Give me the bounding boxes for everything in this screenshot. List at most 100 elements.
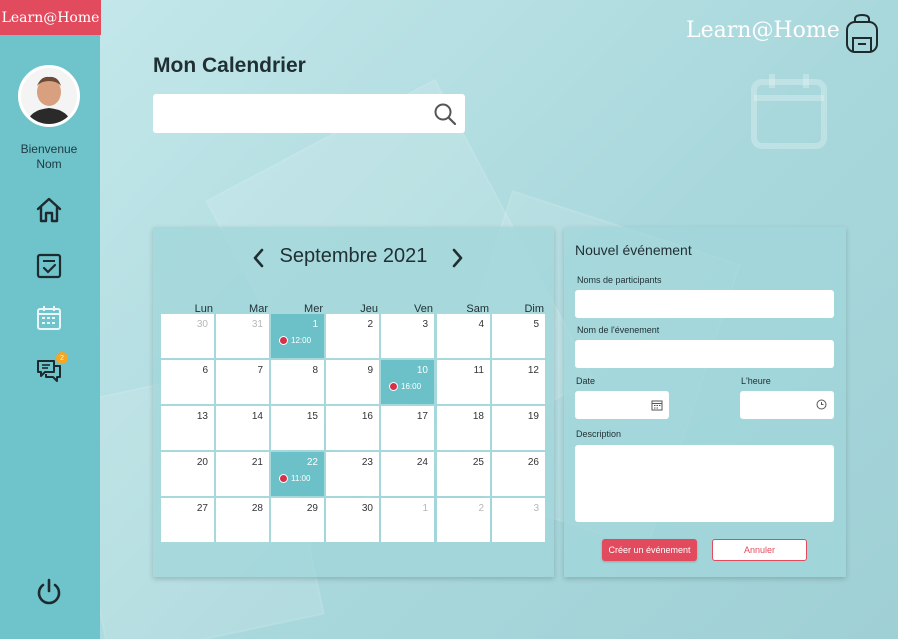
- event-marker[interactable]: 12:00: [279, 336, 311, 345]
- day-number: 16: [361, 411, 373, 422]
- calendar-day[interactable]: 4: [437, 314, 490, 358]
- day-number: 6: [202, 365, 208, 376]
- event-name-input[interactable]: [575, 340, 834, 368]
- clock-icon[interactable]: [816, 399, 827, 410]
- page-title: Mon Calendrier: [153, 54, 306, 77]
- chat-notification-badge: 2: [56, 352, 68, 364]
- event-dot-icon: [389, 382, 398, 391]
- day-number: 19: [527, 411, 539, 422]
- power-icon: [37, 578, 61, 605]
- day-number: 21: [251, 457, 263, 468]
- cancel-button[interactable]: Annuler: [712, 539, 807, 561]
- next-month-button[interactable]: [448, 247, 466, 269]
- calendar-day-with-event[interactable]: 10 16:00: [381, 360, 434, 404]
- time-label: L'heure: [741, 376, 771, 386]
- date-picker-icon[interactable]: [651, 399, 663, 411]
- sidebar-item-home[interactable]: [34, 195, 64, 225]
- day-number: 22: [306, 457, 318, 468]
- calendar-day[interactable]: 21: [216, 452, 269, 496]
- logout-button[interactable]: [34, 577, 64, 607]
- calendar-day[interactable]: 14: [216, 406, 269, 450]
- calendar-day[interactable]: 5: [492, 314, 545, 358]
- calendar-day[interactable]: 6: [161, 360, 214, 404]
- calendar-day[interactable]: 2: [326, 314, 379, 358]
- avatar[interactable]: [18, 65, 80, 127]
- create-event-button[interactable]: Créer un événement: [602, 539, 697, 561]
- calendar-day[interactable]: 11: [437, 360, 490, 404]
- welcome-text: Bienvenue Nom: [0, 142, 98, 172]
- day-number: 14: [251, 411, 263, 422]
- day-number: 23: [361, 457, 373, 468]
- event-dot-icon: [279, 336, 288, 345]
- search-bar: [153, 94, 465, 133]
- user-name: Nom: [36, 157, 62, 171]
- brand-badge[interactable]: Learn@Home: [0, 0, 101, 35]
- calendar-day[interactable]: 30: [161, 314, 214, 358]
- calendar-day[interactable]: 8: [271, 360, 324, 404]
- calendar-day[interactable]: 25: [437, 452, 490, 496]
- calendar-day[interactable]: 19: [492, 406, 545, 450]
- calendar-grid: 30 31 1 12:00 2 3 4 5 6 7 8 9 10 16:00 11 12 13 14 15 16 17 1…: [161, 314, 547, 545]
- day-number: 2: [367, 319, 373, 330]
- day-number: 26: [527, 457, 539, 468]
- search-icon[interactable]: [433, 102, 457, 126]
- calendar-day[interactable]: 23: [326, 452, 379, 496]
- search-input[interactable]: [153, 94, 423, 133]
- sidebar-item-chat[interactable]: 2: [34, 352, 68, 386]
- calendar-icon: [37, 306, 61, 330]
- home-icon: [36, 197, 62, 223]
- calendar-day[interactable]: 16: [326, 406, 379, 450]
- day-number: 12: [527, 365, 539, 376]
- day-number: 24: [416, 457, 428, 468]
- day-number: 28: [251, 503, 263, 514]
- day-number: 30: [361, 503, 373, 514]
- calendar-day[interactable]: 27: [161, 498, 214, 542]
- calendar-day[interactable]: 31: [216, 314, 269, 358]
- day-number: 9: [367, 365, 373, 376]
- day-number: 3: [533, 503, 539, 514]
- day-number: 8: [312, 365, 318, 376]
- new-event-panel: Nouvel événement Noms de participants No…: [564, 227, 846, 577]
- event-name-label: Nom de l'évenement: [577, 325, 660, 335]
- calendar-day[interactable]: 17: [381, 406, 434, 450]
- day-number: 30: [196, 319, 208, 330]
- calendar-day[interactable]: 9: [326, 360, 379, 404]
- day-number: 18: [472, 411, 484, 422]
- description-textarea[interactable]: [575, 445, 834, 522]
- calendar-day[interactable]: 30: [326, 498, 379, 542]
- calendar-day[interactable]: 12: [492, 360, 545, 404]
- day-number: 5: [533, 319, 539, 330]
- participants-input[interactable]: [575, 290, 834, 318]
- calendar-day-with-event[interactable]: 1 12:00: [271, 314, 324, 358]
- day-number: 15: [306, 411, 318, 422]
- calendar-day[interactable]: 2: [437, 498, 490, 542]
- form-title: Nouvel événement: [575, 242, 692, 258]
- calendar-day[interactable]: 18: [437, 406, 490, 450]
- calendar-day[interactable]: 3: [381, 314, 434, 358]
- day-number: 4: [478, 319, 484, 330]
- calendar-day[interactable]: 13: [161, 406, 214, 450]
- calendar-day-with-event[interactable]: 22 11:00: [271, 452, 324, 496]
- day-number: 7: [257, 365, 263, 376]
- event-marker[interactable]: 11:00: [279, 474, 310, 483]
- calendar-day[interactable]: 29: [271, 498, 324, 542]
- calendar-day[interactable]: 15: [271, 406, 324, 450]
- calendar-day[interactable]: 28: [216, 498, 269, 542]
- day-number: 1: [312, 319, 318, 330]
- day-number: 20: [196, 457, 208, 468]
- calendar-day[interactable]: 3: [492, 498, 545, 542]
- day-number: 10: [416, 365, 428, 376]
- sidebar-item-tasks[interactable]: [34, 251, 64, 281]
- sidebar-item-calendar[interactable]: [34, 303, 64, 333]
- day-number: 13: [196, 411, 208, 422]
- calendar-day[interactable]: 26: [492, 452, 545, 496]
- date-label: Date: [576, 376, 596, 386]
- calendar-day[interactable]: 20: [161, 452, 214, 496]
- sidebar: Learn@Home Bienvenue Nom 2: [0, 0, 101, 639]
- event-marker[interactable]: 16:00: [389, 382, 421, 391]
- description-label: Description: [576, 429, 622, 439]
- calendar-day[interactable]: 1: [381, 498, 434, 542]
- tasks-icon: [36, 253, 62, 279]
- calendar-day[interactable]: 7: [216, 360, 269, 404]
- calendar-day[interactable]: 24: [381, 452, 434, 496]
